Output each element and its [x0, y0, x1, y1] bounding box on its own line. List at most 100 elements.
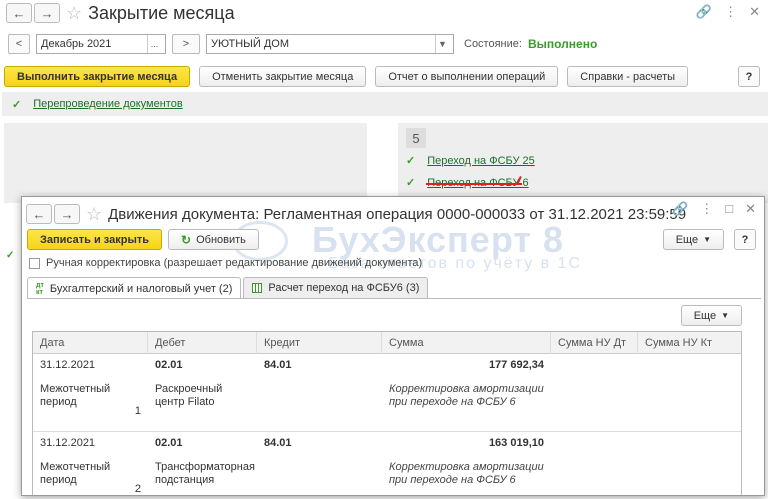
close-icon[interactable]: ✕: [745, 201, 756, 217]
close-icon[interactable]: ✕: [749, 4, 760, 20]
period-row: < Декабрь 2021 ... > УЮТНЫЙ ДОМ ▼ Состоя…: [8, 34, 597, 54]
repost-bar: ✓ Перепроведение документов: [2, 92, 768, 116]
column-header-amount-tax-dt[interactable]: Сумма НУ Дт: [551, 332, 638, 354]
operations-report-button[interactable]: Отчет о выполнении операций: [375, 66, 559, 87]
column-header-debit[interactable]: Дебет: [148, 332, 257, 354]
tab-divider: [27, 298, 761, 299]
dialog-command-bar: Записать и закрыть ↻ Обновить: [27, 229, 259, 250]
cell-debit-subconto: Раскроечный центр Filato: [155, 383, 223, 408]
forward-arrow-icon[interactable]: →: [54, 204, 80, 224]
cell-empty: [382, 490, 551, 495]
checkmark-icon: ✓: [406, 177, 416, 189]
cell-credit: 84.01: [264, 359, 292, 371]
manual-edit-checkbox[interactable]: [29, 257, 40, 269]
document-movements-dialog: БухЭксперт 8 База ответов по учёту в 1С …: [21, 196, 765, 496]
checkmark-icon: ✓: [406, 155, 416, 167]
dt-kt-icon: дт кт: [36, 281, 44, 296]
cell-empty: [551, 490, 638, 495]
cell-empty: [257, 490, 382, 495]
dialog-title-bar: ← → ☆ Движения документа: Регламентная о…: [22, 201, 764, 227]
table-icon: [252, 283, 263, 293]
cell-amount: 177 692,34: [488, 359, 544, 371]
cell-empty: [638, 375, 742, 412]
cell-empty: [148, 412, 257, 431]
period-next-button[interactable]: >: [172, 34, 200, 54]
column-header-amount[interactable]: Сумма: [382, 332, 551, 354]
execute-closing-button[interactable]: Выполнить закрытие месяца: [4, 66, 191, 87]
right-steps-pane: 5 ✓ Переход на ФСБУ 25 ✓ Переход на ФСБУ…: [398, 123, 768, 203]
cell-empty: [257, 375, 382, 412]
left-steps-pane: [4, 123, 367, 203]
repost-link[interactable]: Перепроведение документов: [33, 98, 182, 110]
help-calc-button[interactable]: Справки - расчеты: [567, 66, 689, 87]
chevron-down-icon: ▼: [703, 235, 711, 244]
tab-fsbu6[interactable]: Расчет переход на ФСБУ6 (3): [243, 277, 429, 298]
organization-value: УЮТНЫЙ ДОМ: [211, 38, 290, 50]
column-header-date[interactable]: Дата: [33, 332, 148, 354]
more-label: Еще: [675, 233, 699, 246]
cell-row-number: 2: [134, 483, 141, 495]
cell-empty: [257, 453, 382, 490]
cell-date: 31.12.2021: [40, 359, 96, 371]
more-button[interactable]: Еще ▼: [662, 229, 724, 250]
back-arrow-icon[interactable]: ←: [26, 204, 52, 224]
refresh-button[interactable]: ↻ Обновить: [168, 229, 259, 250]
refresh-label: Обновить: [196, 233, 246, 246]
period-select-icon[interactable]: ...: [147, 35, 161, 53]
tab-accounting[interactable]: дт кт Бухгалтерский и налоговый учет (2): [27, 277, 242, 299]
main-title-bar: ← → ☆ Закрытие месяца 🔗 ⋮ ✕: [0, 0, 768, 26]
cell-empty: [638, 354, 742, 375]
cell-empty: [551, 375, 638, 412]
red-highlight-underline: [426, 183, 522, 185]
forward-arrow-icon[interactable]: →: [34, 3, 60, 23]
tab-label: Расчет переход на ФСБУ6 (3): [268, 282, 420, 294]
table-header: Дата Дебет Кредит Сумма Сумма НУ Дт Сумм…: [33, 332, 741, 354]
cell-empty: [551, 412, 638, 431]
cell-empty: [551, 453, 638, 490]
more-label: Еще: [693, 309, 717, 322]
checkmark-icon: ✓: [12, 98, 22, 111]
tab-label: Бухгалтерский и налоговый учет (2): [49, 282, 233, 295]
menu-dots-icon[interactable]: ⋮: [700, 201, 713, 217]
help-button[interactable]: ?: [734, 229, 756, 250]
save-close-button[interactable]: Записать и закрыть: [27, 229, 163, 250]
manual-edit-row: Ручная корректировка (разрешает редактир…: [29, 257, 422, 269]
table-more-button[interactable]: Еще ▼: [680, 305, 742, 326]
link-icon[interactable]: 🔗: [672, 201, 688, 217]
cell-empty: [551, 432, 638, 453]
period-prev-button[interactable]: <: [8, 34, 30, 54]
step-item: ✓ Переход на ФСБУ 25: [406, 154, 535, 168]
table-row[interactable]: 31.12.2021 02.01 84.01 163 019,10 Межотч…: [33, 432, 742, 495]
step-link-fsbu25[interactable]: Переход на ФСБУ 25: [427, 155, 535, 167]
maximize-icon[interactable]: □: [725, 201, 733, 217]
column-header-amount-tax-kt[interactable]: Сумма НУ Кт: [638, 332, 742, 354]
favorite-star-icon[interactable]: ☆: [86, 204, 102, 225]
cell-debit-subconto: Трансформаторная подстанция: [155, 461, 255, 486]
back-arrow-icon[interactable]: ←: [6, 3, 32, 23]
organization-field[interactable]: УЮТНЫЙ ДОМ ▼: [206, 34, 454, 54]
checkmark-icon: ✓: [6, 250, 15, 261]
help-button[interactable]: ?: [738, 66, 760, 87]
step-number: 5: [406, 128, 426, 148]
table-row[interactable]: 31.12.2021 02.01 84.01 177 692,34 Межотч…: [33, 354, 741, 432]
favorite-star-icon[interactable]: ☆: [66, 3, 82, 24]
page-title: Закрытие месяца: [88, 2, 235, 23]
cell-empty: [382, 412, 551, 431]
cell-row-number: 1: [134, 405, 141, 417]
column-header-credit[interactable]: Кредит: [257, 332, 382, 354]
cell-date: 31.12.2021: [40, 437, 96, 449]
cell-comment: Корректировка амортизации при переходе н…: [389, 383, 544, 408]
cancel-closing-button[interactable]: Отменить закрытие месяца: [199, 66, 367, 87]
cell-empty: [638, 453, 742, 490]
link-icon[interactable]: 🔗: [696, 4, 712, 20]
movements-table: Дата Дебет Кредит Сумма Сумма НУ Дт Сумм…: [32, 331, 742, 495]
period-field[interactable]: Декабрь 2021 ...: [36, 34, 166, 54]
menu-dots-icon[interactable]: ⋮: [724, 4, 737, 20]
state-label: Состояние:: [464, 38, 522, 50]
cell-empty: [257, 412, 382, 431]
tabs: дт кт Бухгалтерский и налоговый учет (2) …: [27, 277, 429, 299]
manual-edit-label[interactable]: Ручная корректировка (разрешает редактир…: [46, 257, 422, 269]
chevron-down-icon[interactable]: ▼: [435, 35, 449, 53]
cell-debit: 02.01: [155, 437, 183, 449]
cell-empty: [551, 354, 638, 375]
